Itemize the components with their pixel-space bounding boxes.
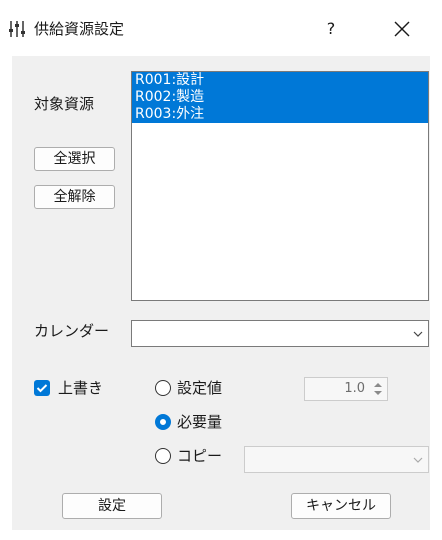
supply-resource-dialog: 供給資源設定 ? 対象資源 R001:設計 R002:製造 R003:外注 全選… [0,0,442,540]
overwrite-label: 上書き [58,379,104,397]
resources-label: 対象資源 [34,95,95,113]
dialog-title: 供給資源設定 [34,20,125,38]
radio-required-amount-label: 必要量 [177,413,223,431]
resource-listbox[interactable]: R001:設計 R002:製造 R003:外注 [131,71,429,301]
chevron-down-icon [413,457,423,463]
list-item[interactable]: R002:製造 [132,89,428,106]
spinner-arrows-icon[interactable] [371,380,385,398]
radio-copy[interactable] [155,448,171,464]
deselect-all-button[interactable]: 全解除 [34,185,115,209]
radio-setting-value[interactable] [155,380,171,396]
list-item[interactable]: R001:設計 [132,72,428,89]
calendar-label: カレンダー [34,322,110,340]
title-bar: 供給資源設定 ? [0,0,442,56]
select-all-button[interactable]: 全選択 [34,147,115,171]
close-button[interactable] [384,14,420,44]
help-button[interactable]: ? [316,14,346,44]
radio-setting-value-label: 設定値 [177,379,223,397]
close-icon [394,21,410,37]
overwrite-checkbox[interactable] [34,380,50,396]
radio-copy-label: コピー [177,447,223,465]
calendar-select[interactable] [131,320,429,347]
checkmark-icon [36,384,48,393]
apply-button[interactable]: 設定 [62,493,162,519]
setting-value: 1.0 [344,381,365,396]
chevron-down-icon [413,331,423,337]
radio-required-amount[interactable] [155,414,171,430]
list-item[interactable]: R003:外注 [132,106,428,123]
cancel-button[interactable]: キャンセル [291,493,391,519]
setting-value-spinner[interactable]: 1.0 [304,377,388,401]
dialog-body: 対象資源 R001:設計 R002:製造 R003:外注 全選択 全解除 カレン… [12,56,430,530]
sliders-icon [9,21,25,37]
copy-source-select[interactable] [244,446,429,473]
